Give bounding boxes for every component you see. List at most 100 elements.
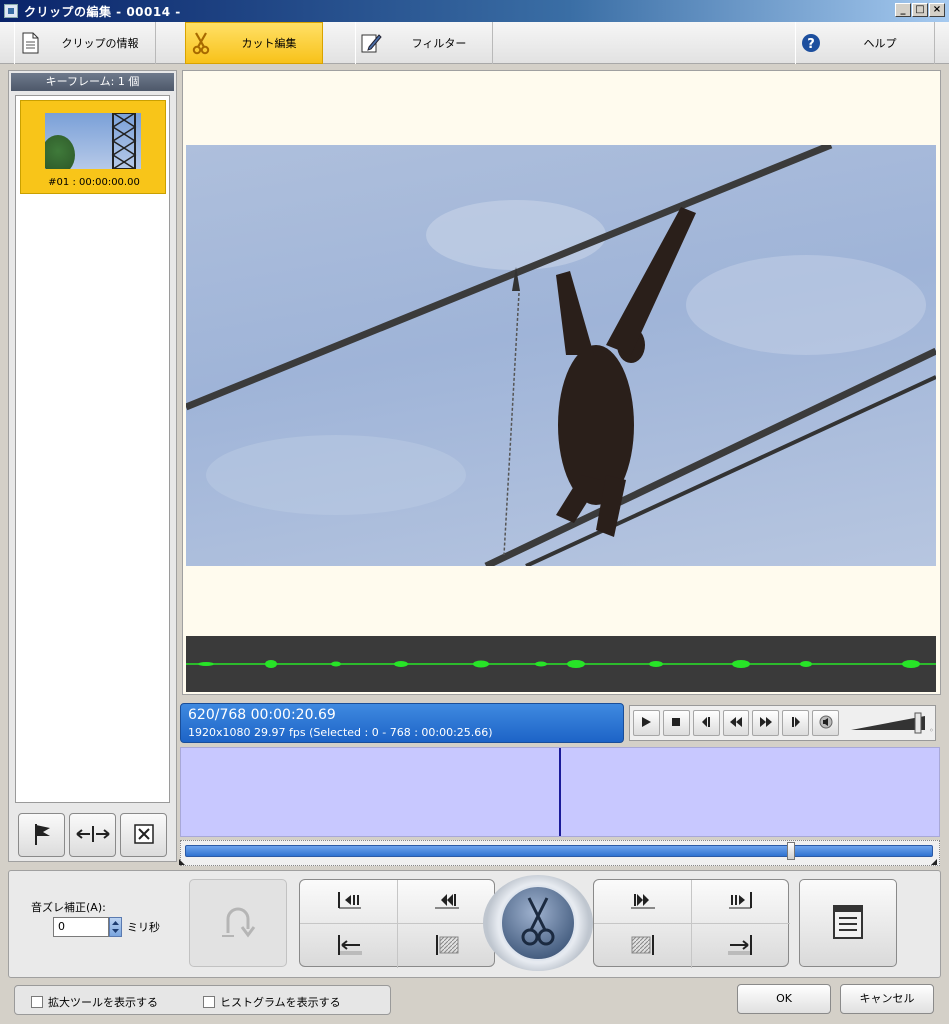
- flag-icon: [31, 822, 53, 849]
- export-button[interactable]: [799, 879, 897, 967]
- display-options: 拡大ツールを表示する ヒストグラムを表示する: [14, 985, 391, 1015]
- audio-offset-input[interactable]: 0: [53, 917, 109, 937]
- cut-before-button[interactable]: [300, 924, 398, 968]
- svg-text:◦: ◦: [929, 726, 934, 735]
- zoom-tool-checkbox[interactable]: 拡大ツールを表示する: [31, 994, 158, 1010]
- frame-info-bar: 620/768 00:00:20.69 1920x1080 29.97 fps …: [180, 703, 624, 743]
- mute-button[interactable]: [812, 710, 840, 736]
- undo-button[interactable]: [189, 879, 287, 967]
- forward-to-end-icon: [629, 890, 657, 913]
- audio-offset-unit: ミリ秒: [127, 921, 160, 934]
- tab-cut-edit[interactable]: カット編集: [185, 22, 323, 64]
- tab-filter[interactable]: フィルター: [355, 22, 493, 64]
- go-end-button[interactable]: [594, 880, 692, 924]
- edit-control-panel: 音ズレ補正(A): 0 ミリ秒: [8, 870, 941, 978]
- tab-clip-info[interactable]: クリップの情報: [14, 22, 156, 64]
- audio-offset-label: 音ズレ補正(A):: [31, 901, 106, 914]
- frame-position: 620/768 00:00:20.69: [188, 707, 336, 723]
- histogram-checkbox[interactable]: ヒストグラムを表示する: [203, 994, 341, 1010]
- maximize-button[interactable]: □: [912, 3, 928, 17]
- add-keyframe-button[interactable]: [18, 813, 65, 857]
- keyframe-header: キーフレーム: 1 個: [11, 73, 174, 91]
- delete-keyframe-button[interactable]: [120, 813, 167, 857]
- timeline-scrollbar[interactable]: [179, 840, 940, 867]
- hatch-left-icon: [432, 933, 462, 960]
- next-frame-icon: [790, 716, 802, 731]
- rewind-to-start-icon: [433, 890, 461, 913]
- scroll-track[interactable]: [185, 842, 933, 860]
- prev-frame-button[interactable]: [692, 710, 720, 736]
- window-title: クリップの編集 - 00014 -: [24, 5, 181, 19]
- tab-filter-label: フィルター: [411, 37, 467, 50]
- next-frame-button[interactable]: [782, 710, 810, 736]
- volume-slider[interactable]: ◦: [845, 710, 935, 736]
- stop-button[interactable]: [662, 710, 690, 736]
- play-button[interactable]: [633, 710, 660, 736]
- cut-start-group: [299, 879, 496, 968]
- audio-offset-stepper[interactable]: [109, 917, 122, 937]
- split-arrows-icon: [75, 824, 111, 847]
- minimize-button[interactable]: _: [895, 3, 911, 17]
- cut-after-button[interactable]: [692, 924, 790, 968]
- speaker-icon: [819, 715, 833, 732]
- tab-clip-info-label: クリップの情報: [61, 37, 139, 50]
- rewind-icon: [729, 716, 743, 731]
- audio-waveform: [186, 636, 936, 692]
- help-icon: ?: [796, 33, 826, 53]
- close-button[interactable]: ×: [929, 3, 945, 17]
- rewind-button[interactable]: [722, 710, 750, 736]
- checkbox-box[interactable]: [31, 996, 43, 1008]
- scissors-icon: [186, 31, 216, 55]
- histogram-label: ヒストグラムを表示する: [220, 996, 341, 1009]
- mark-out-icon: [727, 890, 755, 913]
- tab-help-label: ヘルプ: [863, 37, 897, 50]
- svg-text:?: ?: [807, 37, 815, 52]
- delete-icon: [133, 823, 155, 848]
- delete-before-button[interactable]: [398, 924, 496, 968]
- prev-frame-icon: [700, 716, 712, 731]
- keyframe-thumbnail: [45, 113, 141, 169]
- cancel-button[interactable]: キャンセル: [840, 984, 934, 1014]
- keyframe-item[interactable]: #01 : 00:00:00.00: [20, 100, 166, 194]
- title-bar: クリップの編集 - 00014 - _ □ ×: [0, 0, 949, 22]
- preview-area: [182, 70, 941, 695]
- export-list-icon: [831, 903, 865, 944]
- fast-forward-button[interactable]: [752, 710, 780, 736]
- ok-button[interactable]: OK: [737, 984, 831, 1014]
- stop-icon: [670, 716, 682, 731]
- zoom-tool-label: 拡大ツールを表示する: [48, 996, 158, 1009]
- delete-after-button[interactable]: [594, 924, 692, 968]
- timeline[interactable]: [180, 747, 940, 837]
- cut-right-icon: [726, 933, 756, 960]
- mark-in-icon: [335, 890, 363, 913]
- tab-bar: クリップの情報 カット編集 フィルター ? ヘルプ: [0, 22, 949, 64]
- edit-icon: [356, 32, 386, 54]
- keyframe-label: #01 : 00:00:00.00: [48, 177, 140, 188]
- cut-end-group: [593, 879, 790, 968]
- scroll-thumb[interactable]: [787, 842, 795, 860]
- checkbox-box[interactable]: [203, 996, 215, 1008]
- video-frame[interactable]: [186, 145, 936, 566]
- clip-format: 1920x1080 29.97 fps (Selected : 0 - 768 …: [188, 726, 493, 739]
- cut-left-icon: [334, 933, 364, 960]
- set-start-button[interactable]: [300, 880, 398, 924]
- fast-forward-icon: [759, 716, 773, 731]
- scissors-icon: [518, 896, 558, 951]
- app-icon: [4, 4, 18, 18]
- tab-cut-edit-label: カット編集: [241, 37, 297, 50]
- playhead[interactable]: [559, 748, 561, 836]
- go-start-button[interactable]: [398, 880, 496, 924]
- cut-button[interactable]: [483, 875, 593, 971]
- undo-icon: [218, 905, 258, 942]
- move-keyframe-button[interactable]: [69, 813, 116, 857]
- range-end-marker[interactable]: [929, 859, 937, 867]
- range-start-marker[interactable]: [179, 859, 187, 867]
- hatch-right-icon: [628, 933, 658, 960]
- keyframe-panel: キーフレーム: 1 個 #01 : 00:00:00.00: [8, 70, 177, 862]
- play-icon: [640, 716, 652, 731]
- tab-help[interactable]: ? ヘルプ: [795, 22, 935, 64]
- keyframe-list[interactable]: #01 : 00:00:00.00: [15, 95, 170, 803]
- document-icon: [15, 32, 45, 54]
- set-end-button[interactable]: [692, 880, 790, 924]
- transport-controls: ◦: [629, 705, 936, 741]
